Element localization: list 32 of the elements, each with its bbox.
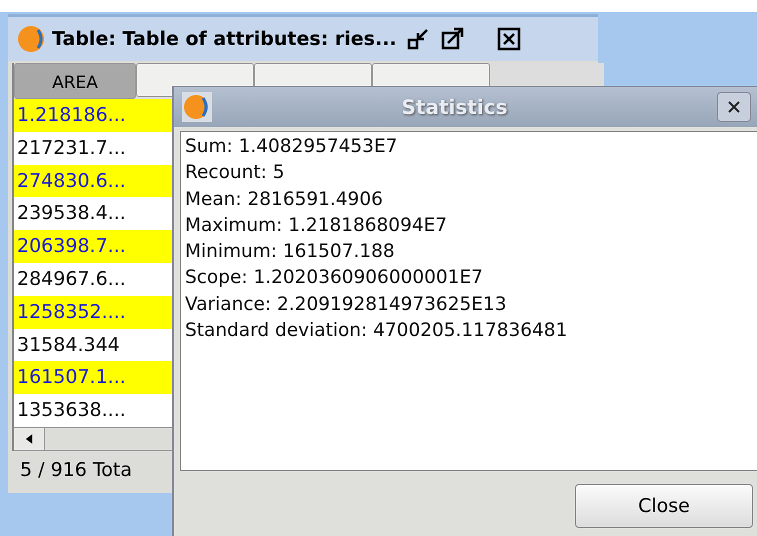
column-header[interactable]: AREA: [14, 63, 136, 99]
table-cell[interactable]: 1353638....: [14, 394, 174, 427]
dialog-title: Statistics: [400, 95, 508, 119]
statistic-line: Standard deviation: 4700205.117836481: [185, 319, 568, 344]
statistic-line: Mean: 2816591.4906: [185, 188, 384, 212]
close-button[interactable]: [717, 92, 751, 122]
minimize-icon[interactable]: [406, 27, 431, 51]
table-cell[interactable]: 284967.6...: [14, 262, 174, 296]
table-cell[interactable]: 274830.6...: [14, 164, 174, 198]
table-cell[interactable]: 1.218186...: [14, 99, 174, 132]
statistic-line: Recount: 5: [185, 161, 286, 186]
status-text: 5 / 916 Tota: [20, 458, 132, 481]
scrollbar[interactable]: [14, 426, 174, 451]
statistic-line: Scope: 1.2020360906000001E7: [185, 266, 484, 290]
close-icon[interactable]: [496, 27, 521, 51]
logo-icon: [182, 92, 212, 122]
statistic-line: Sum: 1.4082957453E7: [185, 135, 398, 159]
table-cell[interactable]: 217231.7...: [14, 132, 174, 165]
logo-icon: [16, 24, 46, 54]
left-arrow-icon[interactable]: [25, 432, 33, 445]
table-cell[interactable]: 161507.1...: [14, 361, 174, 394]
table-cell[interactable]: 31584.344: [14, 328, 174, 362]
close-button[interactable]: Close: [575, 484, 753, 528]
close-icon[interactable]: [727, 100, 741, 114]
table-cell[interactable]: 239538.4...: [14, 197, 174, 230]
statistic-line: Minimum: 161507.188: [185, 240, 396, 264]
maximize-icon[interactable]: [440, 27, 465, 51]
statistic-line: Variance: 2.209192814973625E13: [185, 292, 508, 317]
window-title: Table: Table of attributes: ries...: [52, 28, 397, 50]
table-cell[interactable]: 1258352....: [14, 296, 174, 329]
statistic-line: Maximum: 1.2181868094E7: [185, 214, 448, 238]
table-cell[interactable]: 206398.7...: [14, 230, 174, 263]
